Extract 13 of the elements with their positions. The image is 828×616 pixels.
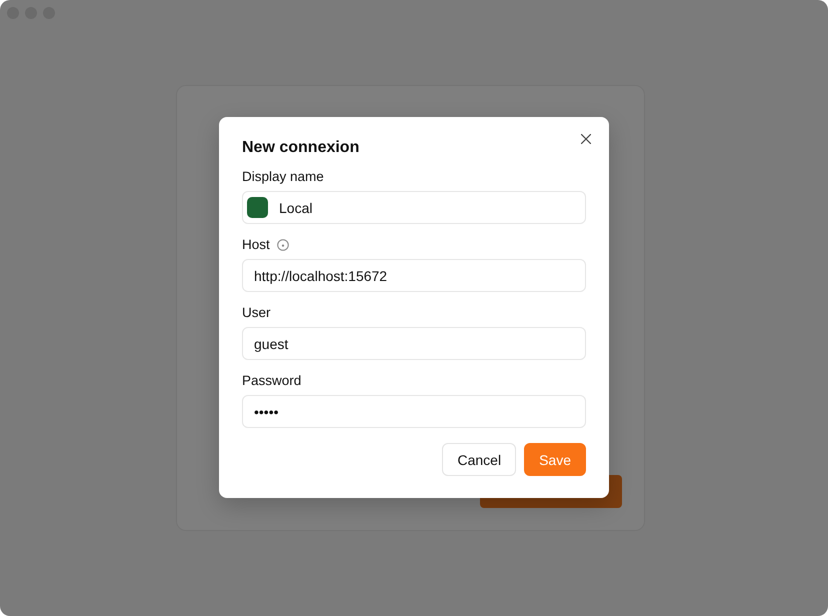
input-field[interactable]: guest (242, 327, 586, 360)
info-icon[interactable] (276, 239, 289, 251)
cancel-button[interactable]: Cancel (442, 443, 516, 476)
input-field[interactable]: http://localhost:15672 (242, 259, 586, 292)
input-field[interactable]: Local (242, 191, 586, 224)
dialog-title: New connexion (242, 138, 360, 158)
field-label: User (242, 304, 271, 322)
field-label: Password (242, 372, 302, 390)
close-icon[interactable] (581, 134, 591, 144)
color-swatch-icon[interactable] (247, 197, 268, 218)
field-label: Host (242, 236, 270, 254)
input-field[interactable]: ••••• (242, 395, 586, 428)
field-label: Display name (242, 168, 324, 186)
